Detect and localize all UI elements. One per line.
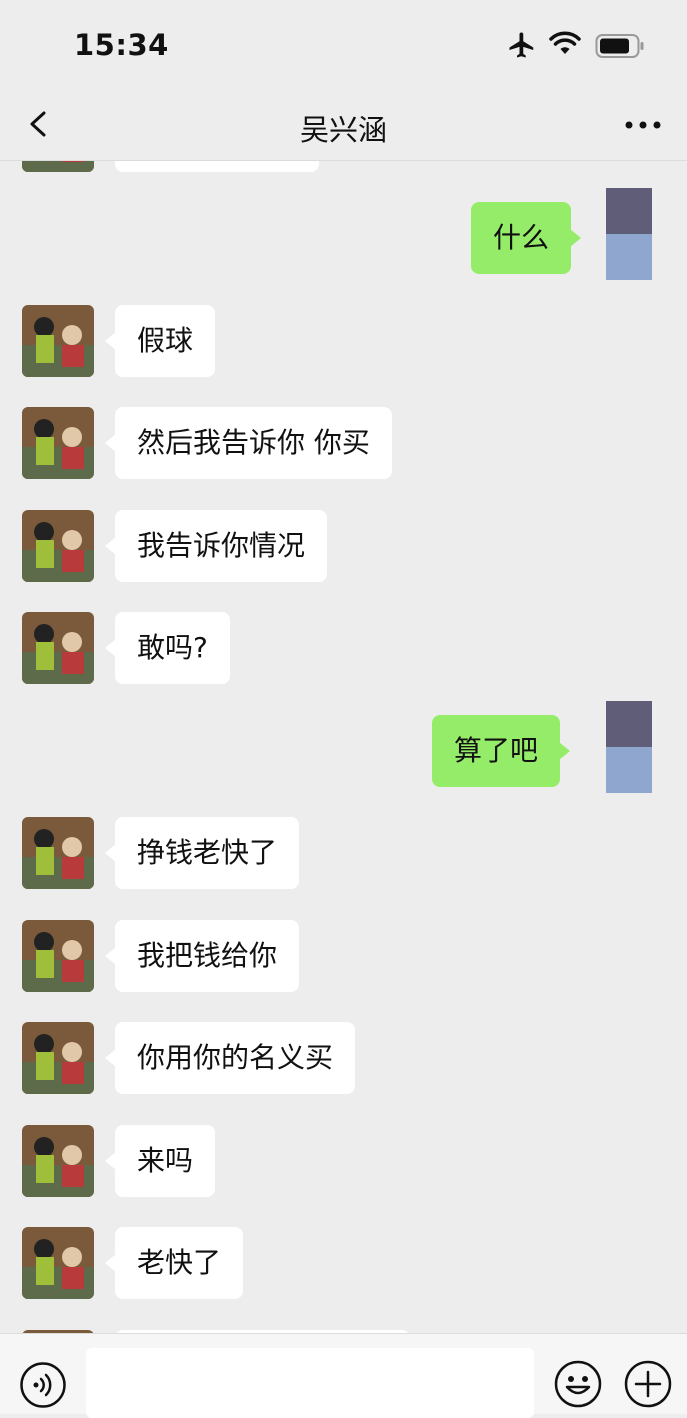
message-list[interactable]: 什么 假球 然后我告诉你 你买 我告诉你情况 敢吗? 算了吧 挣钱老快了 我把钱… — [0, 161, 687, 1333]
contact-avatar[interactable] — [22, 817, 94, 889]
message-bubble[interactable]: 老快了 — [104, 1227, 244, 1299]
contact-avatar[interactable] — [22, 920, 94, 992]
message-bubble[interactable]: 算了吧 — [432, 715, 571, 787]
contact-avatar[interactable] — [22, 407, 94, 479]
more-dots-icon[interactable] — [623, 110, 663, 140]
message-input[interactable] — [86, 1348, 534, 1418]
contact-avatar[interactable] — [22, 1022, 94, 1094]
contact-avatar[interactable] — [22, 161, 94, 172]
contact-avatar[interactable] — [22, 612, 94, 684]
airplane-icon — [509, 32, 534, 58]
message-bubble[interactable]: 我把钱给你 — [104, 920, 300, 992]
message-bubble[interactable]: 敢吗? — [105, 612, 230, 684]
message-bubble[interactable]: 什么 — [471, 202, 582, 274]
input-bar — [0, 1333, 687, 1418]
battery-icon — [595, 34, 644, 58]
emoji-icon[interactable] — [553, 1359, 603, 1409]
contact-avatar[interactable] — [22, 510, 94, 582]
my-avatar[interactable] — [606, 701, 652, 793]
contact-avatar[interactable] — [22, 1227, 94, 1299]
message-bubble[interactable]: 然后我告诉你 你买 — [105, 407, 392, 479]
contact-avatar[interactable] — [22, 1125, 94, 1197]
chat-header: 吴兴涵 — [0, 92, 687, 161]
status-time: 15:34 — [74, 28, 169, 62]
status-bar: 15:34 — [0, 0, 687, 92]
voice-icon[interactable] — [19, 1361, 67, 1409]
plus-icon[interactable] — [623, 1359, 673, 1409]
message-bubble[interactable]: 假球 — [104, 305, 216, 377]
message-bubble[interactable]: 来吗 — [104, 1125, 216, 1197]
message-bubble-partial[interactable] — [115, 161, 319, 172]
chat-title: 吴兴涵 — [299, 113, 387, 147]
message-bubble[interactable]: 你用你的名义买 — [104, 1022, 356, 1094]
message-bubble[interactable]: 我告诉你情况 — [104, 510, 328, 582]
my-avatar[interactable] — [606, 188, 652, 280]
wifi-icon — [549, 31, 581, 54]
message-bubble[interactable]: 挣钱老快了 — [104, 817, 300, 889]
contact-avatar[interactable] — [22, 305, 94, 377]
